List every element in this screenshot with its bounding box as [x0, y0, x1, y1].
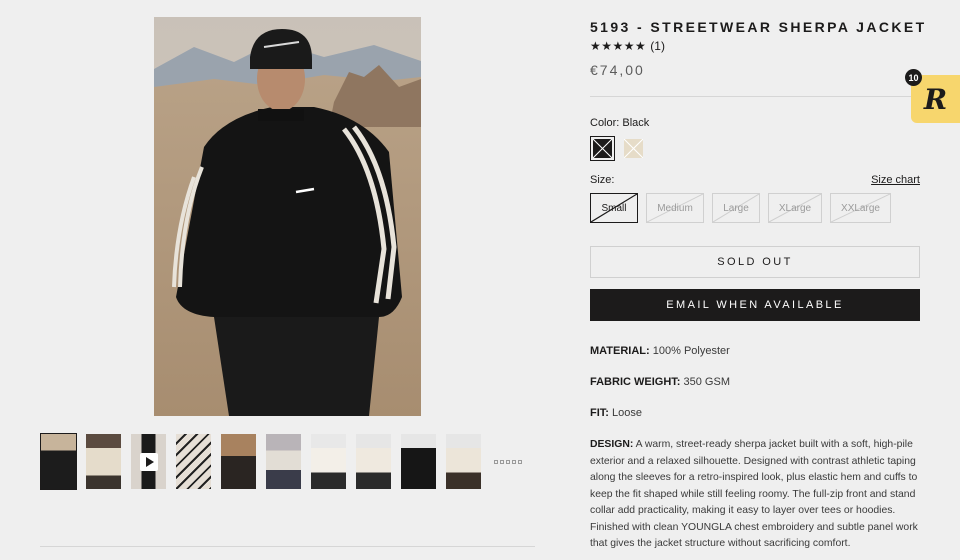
video-thumbnail[interactable] [130, 433, 167, 490]
thumbnail[interactable] [445, 433, 482, 490]
color-swatches [590, 136, 646, 161]
thumbnail[interactable] [400, 433, 437, 490]
size-option-xxlarge[interactable]: XXLarge [830, 193, 891, 223]
thumbnail[interactable] [355, 433, 392, 490]
size-option-label: Small [601, 202, 627, 214]
description-text: A warm, street-ready sherpa jacket built… [590, 439, 918, 549]
product-title: 5193 - STREETWEAR SHERPA JACKET [590, 19, 927, 35]
thumbnail[interactable] [265, 433, 302, 490]
spec-fit: FIT: Loose [590, 407, 642, 419]
spec-label: MATERIAL: [590, 345, 650, 357]
size-option-label: XXLarge [841, 202, 880, 214]
spec-label: FABRIC WEIGHT: [590, 376, 681, 388]
spec-fabric-weight: FABRIC WEIGHT: 350 GSM [590, 376, 730, 388]
size-option-label: Medium [657, 202, 693, 214]
sold-out-button[interactable]: SOLD OUT [590, 246, 920, 278]
selected-color: Black [622, 117, 650, 129]
spec-label: FIT: [590, 407, 609, 419]
unavailable-cross-icon [624, 139, 643, 158]
color-label-prefix: Color: [590, 117, 620, 129]
unavailable-cross-icon [593, 139, 612, 158]
size-label: Size: [590, 174, 615, 186]
review-count: (1) [650, 39, 665, 53]
rewards-logo-icon: R [923, 82, 948, 116]
size-guide-icon [494, 459, 522, 464]
size-option-large[interactable]: Large [712, 193, 760, 223]
spec-material: MATERIAL: 100% Polyester [590, 345, 730, 357]
product-description: DESIGN: A warm, street-ready sherpa jack… [590, 437, 922, 553]
thumbnail[interactable] [220, 433, 257, 490]
product-rating[interactable]: ★★★★★ (1) [590, 39, 665, 53]
divider [590, 96, 920, 97]
thumbnail[interactable] [85, 433, 122, 490]
spec-label: DESIGN: [590, 439, 634, 450]
color-swatch-black[interactable] [590, 136, 615, 161]
product-price: €74,00 [590, 62, 645, 78]
size-options: Small Medium Large XLarge XXLarge [590, 193, 891, 223]
play-icon [139, 452, 158, 471]
color-swatch-cream[interactable] [621, 136, 646, 161]
thumbnail-size-guide[interactable] [490, 433, 526, 490]
thumbnail[interactable] [175, 433, 212, 490]
email-when-available-button[interactable]: EMAIL WHEN AVAILABLE [590, 289, 920, 321]
size-chart-link[interactable]: Size chart [871, 174, 920, 186]
size-option-small[interactable]: Small [590, 193, 638, 223]
rewards-badge: 10 [905, 69, 922, 86]
size-option-label: Large [723, 202, 749, 214]
size-option-xlarge[interactable]: XLarge [768, 193, 822, 223]
star-rating-icon: ★★★★★ [590, 39, 647, 53]
thumbnail[interactable] [40, 433, 77, 490]
spec-value: Loose [612, 407, 642, 419]
divider [40, 546, 535, 547]
size-option-label: XLarge [778, 202, 812, 214]
size-option-medium[interactable]: Medium [646, 193, 704, 223]
spec-value: 350 GSM [683, 376, 730, 388]
color-label: Color: Black [590, 117, 649, 129]
product-main-image[interactable] [154, 17, 421, 416]
thumbnail[interactable] [310, 433, 347, 490]
spec-value: 100% Polyester [652, 345, 730, 357]
thumbnail-strip [40, 433, 535, 491]
